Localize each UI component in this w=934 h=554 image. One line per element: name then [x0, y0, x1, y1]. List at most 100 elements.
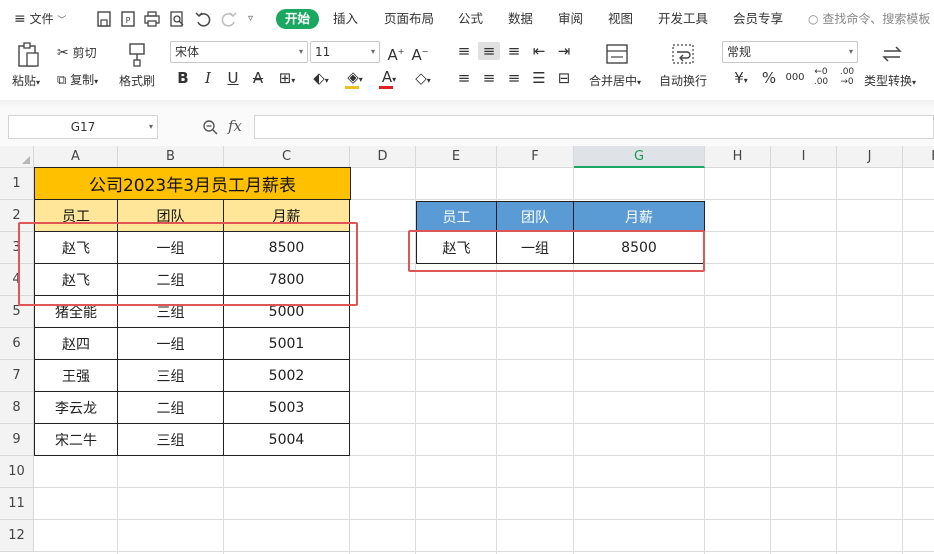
row-header-12[interactable]: 12	[0, 520, 34, 552]
file-menu[interactable]: ≡ 文件 ﹀	[14, 9, 66, 29]
font-color-icon[interactable]: A▾	[376, 68, 402, 89]
formula-input[interactable]	[254, 115, 934, 139]
paste-button[interactable]: 粘贴▾	[12, 72, 40, 89]
table-cell[interactable]: 5004	[224, 424, 350, 456]
menu-bar: ≡ 文件 ﹀ P ▿ 开始 插入 页面布局 公式 数据 审阅 视图 开发工具 会…	[0, 0, 934, 38]
strikethrough-icon[interactable]: A	[249, 69, 267, 87]
increase-indent-icon[interactable]: ⇥	[555, 42, 573, 60]
table-cell[interactable]: 宋二牛	[34, 424, 118, 456]
row-header-6[interactable]: 6	[0, 328, 34, 360]
decrease-font-icon[interactable]: A−	[410, 43, 430, 64]
tab-view[interactable]: 视图	[608, 9, 633, 29]
row-header-8[interactable]: 8	[0, 392, 34, 424]
search-command[interactable]: ○ 查找命令、搜索模板	[808, 9, 934, 29]
tab-developer[interactable]: 开发工具	[658, 9, 708, 29]
table-cell[interactable]: 李云龙	[34, 392, 118, 424]
scissors-icon: ✂	[57, 45, 69, 61]
number-format-select[interactable]: 常规 ▾	[722, 41, 858, 63]
column-header-b[interactable]: B	[118, 146, 224, 168]
borders-icon[interactable]: ⊞▾	[274, 69, 300, 90]
print-preview-icon[interactable]	[168, 10, 186, 28]
table-cell[interactable]: 5002	[224, 360, 350, 392]
increase-font-icon[interactable]: A+	[386, 43, 406, 64]
italic-icon[interactable]: I	[199, 69, 217, 87]
table-cell[interactable]: 二组	[118, 392, 224, 424]
row-header-9[interactable]: 9	[0, 424, 34, 456]
format-painter-button[interactable]: 格式刷	[119, 72, 155, 89]
spreadsheet-grid[interactable]: ABCDEFGHIJK123456789101112公司2023年3月员工月薪表…	[0, 146, 934, 554]
decrease-decimal-icon[interactable]: .00 →0	[836, 67, 858, 87]
column-header-d[interactable]: D	[350, 146, 416, 168]
type-convert-button[interactable]: 类型转换▾	[864, 72, 916, 89]
table-cell[interactable]: 三组	[118, 360, 224, 392]
tab-review[interactable]: 审阅	[558, 9, 583, 29]
percent-icon[interactable]: %	[760, 69, 778, 87]
align-right-icon[interactable]: ≡	[505, 69, 523, 87]
redo-icon[interactable]	[220, 10, 238, 28]
align-left-icon[interactable]: ≡	[455, 69, 473, 87]
wrap-text-button[interactable]: 自动换行	[659, 72, 707, 89]
print-icon[interactable]	[143, 10, 161, 28]
save-icon[interactable]	[95, 10, 113, 28]
wrap-text-icon[interactable]	[671, 42, 695, 66]
undo-icon[interactable]	[194, 10, 212, 28]
merge-center-button[interactable]: 合并居中▾	[589, 72, 641, 89]
align-center-icon[interactable]: ≡	[480, 69, 498, 87]
table-cell[interactable]: 三组	[118, 424, 224, 456]
column-header-a[interactable]: A	[34, 146, 118, 168]
align-middle-icon[interactable]: ≡	[478, 42, 500, 60]
table-cell[interactable]: 赵四	[34, 328, 118, 360]
table-cell[interactable]: 5001	[224, 328, 350, 360]
column-header-f[interactable]: F	[497, 146, 574, 168]
chevron-down-icon: ▾	[298, 47, 303, 56]
row-header-10[interactable]: 10	[0, 456, 34, 488]
column-header-j[interactable]: J	[837, 146, 903, 168]
underline-icon[interactable]: U	[224, 69, 242, 87]
column-header-g[interactable]: G	[574, 146, 705, 168]
table-cell[interactable]: 王强	[34, 360, 118, 392]
bold-icon[interactable]: B	[174, 69, 192, 87]
cut-button[interactable]: ✂ 剪切	[57, 44, 97, 61]
justify-icon[interactable]: ☰	[530, 69, 548, 87]
cell-style-icon[interactable]: ⬖▾	[308, 69, 334, 90]
thousands-icon[interactable]: 000	[784, 69, 806, 87]
font-size-select[interactable]: 11 ▾	[310, 41, 380, 63]
table-title: 公司2023年3月员工月薪表	[34, 167, 351, 200]
select-all-corner[interactable]	[0, 146, 34, 168]
align-bottom-icon[interactable]: ≡	[505, 42, 523, 60]
currency-icon[interactable]: ¥▾	[728, 69, 754, 90]
table-cell[interactable]: 一组	[118, 328, 224, 360]
increase-decimal-icon[interactable]: ←0.00	[810, 67, 832, 87]
column-header-c[interactable]: C	[224, 146, 350, 168]
export-pdf-icon[interactable]: P	[119, 10, 137, 28]
column-header-e[interactable]: E	[416, 146, 497, 168]
row-header-7[interactable]: 7	[0, 360, 34, 392]
row-header-1[interactable]: 1	[0, 168, 34, 200]
table-cell[interactable]: 5003	[224, 392, 350, 424]
column-header-i[interactable]: I	[771, 146, 837, 168]
copy-button[interactable]: ⧉ 复制▾	[57, 71, 98, 88]
quick-access-more-icon[interactable]: ▿	[248, 9, 253, 29]
fx-icon[interactable]: fx	[228, 117, 242, 135]
clear-format-icon[interactable]: ◇▾	[410, 69, 436, 90]
column-header-k[interactable]: K	[903, 146, 934, 168]
tab-page-layout[interactable]: 页面布局	[384, 9, 434, 29]
tab-insert[interactable]: 插入	[333, 9, 358, 29]
align-top-icon[interactable]: ≡	[455, 42, 473, 60]
tab-home[interactable]: 开始	[276, 9, 320, 29]
tab-data[interactable]: 数据	[508, 9, 533, 29]
row-header-11[interactable]: 11	[0, 488, 34, 520]
paste-icon[interactable]	[16, 42, 40, 68]
zoom-search-icon[interactable]	[201, 118, 219, 136]
decrease-indent-icon[interactable]: ⇤	[530, 42, 548, 60]
tab-formulas[interactable]: 公式	[458, 9, 483, 29]
distribute-icon[interactable]: ⊟	[555, 69, 573, 87]
type-convert-icon[interactable]	[880, 43, 904, 65]
fill-color-icon[interactable]: ◈▾	[342, 68, 368, 89]
format-painter-icon[interactable]	[126, 42, 148, 68]
tab-member[interactable]: 会员专享	[733, 9, 783, 29]
name-box[interactable]: G17 ▾	[8, 115, 158, 139]
column-header-h[interactable]: H	[705, 146, 771, 168]
merge-center-icon[interactable]	[605, 42, 629, 66]
font-name-select[interactable]: 宋体 ▾	[170, 41, 308, 63]
